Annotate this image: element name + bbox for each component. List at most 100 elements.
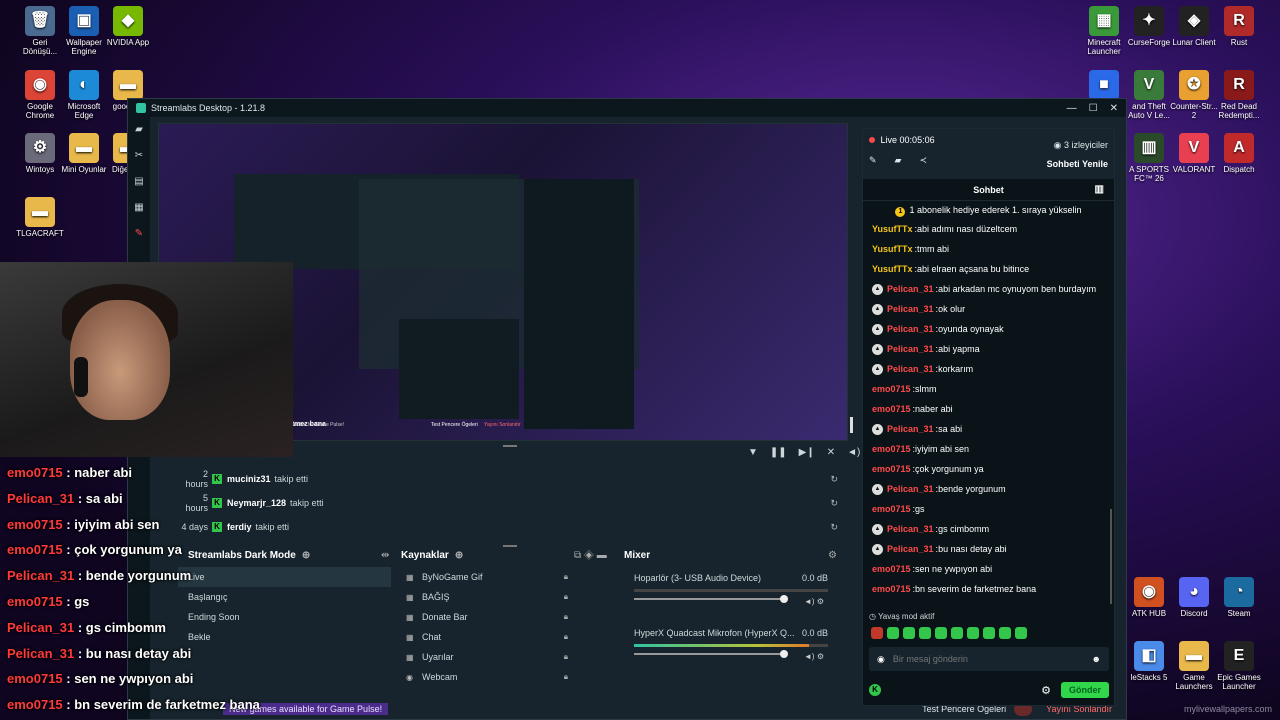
emote-icon[interactable] (951, 627, 963, 639)
chat-scrollbar[interactable] (1110, 509, 1112, 604)
resize-handle-2[interactable] (503, 545, 517, 547)
chat-username[interactable]: Pelican_31 (887, 519, 934, 539)
chat-message: ▲ Pelican_31: bende yorgunum (872, 479, 1114, 499)
chat-username[interactable]: emo0715 (872, 379, 911, 399)
chat-username[interactable]: Pelican_31 (887, 539, 934, 559)
lock-icon[interactable]: 🔒︎ (564, 632, 568, 642)
slow-mode-text: Yavaş mod aktif (878, 612, 935, 621)
lock-icon[interactable]: 🔒︎ (564, 612, 568, 622)
mixer-header: Mixer (624, 547, 650, 563)
chat-username[interactable]: emo0715 (872, 579, 911, 599)
pause-icon[interactable]: ❚❚ (770, 447, 787, 458)
emote-icon[interactable] (919, 627, 931, 639)
chat-username[interactable]: emo0715 (872, 559, 911, 579)
desktop-icon[interactable]: A Dispatch (1207, 133, 1271, 174)
desktop-icon[interactable]: E Epic Games Launcher (1207, 641, 1271, 691)
desktop-icon[interactable]: ◆ NVIDIA App (96, 6, 160, 47)
app-icon: V (1134, 70, 1164, 100)
themes-icon[interactable]: ✎ (128, 221, 150, 247)
desktop-icon-label: Minecraft Launcher (1087, 38, 1121, 57)
emote-icon[interactable] (887, 627, 899, 639)
lock-icon[interactable]: 🔒︎ (564, 592, 568, 602)
source-tools-icon[interactable]: ⧉ ◈ ▬ (574, 547, 607, 563)
desktop-icon[interactable]: ▬ TLGACRAFT (8, 197, 72, 238)
desktop-icon[interactable]: R Red Dead Redempti... (1207, 70, 1271, 120)
refresh-chat-button[interactable]: Sohbeti Yenile (1047, 159, 1108, 169)
editor-icon[interactable]: ▰ (128, 117, 150, 143)
source-item[interactable]: ▦ BAĞIŞ 🔒︎ (406, 587, 568, 607)
mixer-title: Mixer (624, 549, 651, 561)
overlay-chat-line: Pelican_31 : sa abi (7, 491, 260, 517)
add-source-icon[interactable]: ⊕ (455, 550, 463, 561)
repeat-alert-icon[interactable]: ↻ (830, 498, 838, 509)
chat-avatar-icon: ◉ (877, 653, 885, 664)
pinned-message[interactable]: 11 abonelik hediye ederek 1. sıraya yüks… (863, 201, 1114, 219)
emote-bar (871, 627, 1027, 639)
chat-settings-icon[interactable]: ⚙ (1041, 684, 1051, 697)
add-scene-icon[interactable]: ⊕ (302, 550, 310, 561)
resize-handle[interactable] (503, 445, 517, 447)
dashboard-icon[interactable]: ▰ (895, 155, 902, 166)
source-item[interactable]: ▦ Donate Bar 🔒︎ (406, 607, 568, 627)
source-item[interactable]: ▦ ByNoGame Gif 🔒︎ (406, 567, 568, 587)
chat-username[interactable]: Pelican_31 (887, 479, 934, 499)
source-item[interactable]: ◉ Webcam 🔒︎ (406, 667, 568, 687)
chat-input-box[interactable]: ◉ ☻ (869, 647, 1109, 671)
mute-events-icon[interactable]: ✕ (827, 447, 835, 458)
chat-username[interactable]: emo0715 (872, 399, 911, 419)
mute-channel-icon[interactable]: ◄) ⚙ (804, 652, 824, 661)
desktop-icon-label: TLGACRAFT (16, 229, 64, 238)
filter-icon[interactable]: ▼ (748, 447, 758, 458)
share-icon[interactable]: ≺ (919, 155, 927, 166)
desktop-icon[interactable]: R Rust (1207, 6, 1271, 47)
chat-username[interactable]: emo0715 (872, 459, 911, 479)
chat-message-input[interactable] (892, 654, 1092, 664)
overlay-text: : gs (62, 593, 90, 609)
chat-username[interactable]: emo0715 (872, 499, 911, 519)
lock-icon[interactable]: 🔒︎ (564, 572, 568, 582)
emote-icon[interactable] (903, 627, 915, 639)
mute-channel-icon[interactable]: ◄) ⚙ (804, 597, 824, 606)
emote-icon[interactable] (967, 627, 979, 639)
volume-slider[interactable] (634, 650, 788, 658)
chat-username[interactable]: Pelican_31 (887, 339, 934, 359)
chat-username[interactable]: Pelican_31 (887, 319, 934, 339)
close-button[interactable]: ✕ (1110, 103, 1118, 114)
layout-icon[interactable]: ▦ (128, 195, 150, 221)
scene-transitions-icon[interactable]: ⇹ (381, 547, 389, 563)
chat-username[interactable]: Pelican_31 (887, 279, 934, 299)
chat-username[interactable]: YusufTTx (872, 239, 913, 259)
chat-username[interactable]: Pelican_31 (887, 419, 934, 439)
source-item[interactable]: ▦ Uyarılar 🔒︎ (406, 647, 568, 667)
edit-icon[interactable]: ✎ (869, 155, 877, 166)
mixer-settings-icon[interactable]: ⚙ (828, 547, 837, 563)
volume-icon[interactable]: ◄) (847, 447, 860, 458)
chat-username[interactable]: YusufTTx (872, 219, 913, 239)
source-item[interactable]: ▦ Chat 🔒︎ (406, 627, 568, 647)
emote-icon[interactable] (983, 627, 995, 639)
chat-username[interactable]: emo0715 (872, 439, 911, 459)
emote-icon[interactable] (871, 627, 883, 639)
emote-icon[interactable] (935, 627, 947, 639)
desktop-icon[interactable]: ◔ Steam (1207, 577, 1271, 618)
chat-username[interactable]: Pelican_31 (887, 359, 934, 379)
chat-top-bar: Live 00:05:06 ◉ 3 izleyiciler ✎ ▰ ≺ Sohb… (863, 129, 1114, 179)
repeat-alert-icon[interactable]: ↻ (830, 474, 838, 485)
chat-username[interactable]: YusufTTx (872, 259, 913, 279)
store-icon[interactable]: ▤ (128, 169, 150, 195)
tools-icon[interactable]: ✂ (128, 143, 150, 169)
emote-icon[interactable] (999, 627, 1011, 639)
preview-scrollbar[interactable] (850, 417, 853, 433)
maximize-button[interactable]: ☐ (1089, 103, 1098, 114)
volume-slider[interactable] (634, 595, 788, 603)
chat-username[interactable]: Pelican_31 (887, 299, 934, 319)
send-button[interactable]: Gönder (1060, 682, 1109, 698)
emote-icon[interactable] (1015, 627, 1027, 639)
minimize-button[interactable]: — (1067, 103, 1077, 114)
skip-icon[interactable]: ▶❙ (799, 447, 815, 458)
repeat-alert-icon[interactable]: ↻ (830, 522, 838, 533)
lock-icon[interactable]: 🔒︎ (564, 672, 568, 682)
lock-icon[interactable]: 🔒︎ (564, 652, 568, 662)
users-icon[interactable]: ▥ (1095, 179, 1104, 201)
emoji-icon[interactable]: ☻ (1092, 654, 1101, 664)
